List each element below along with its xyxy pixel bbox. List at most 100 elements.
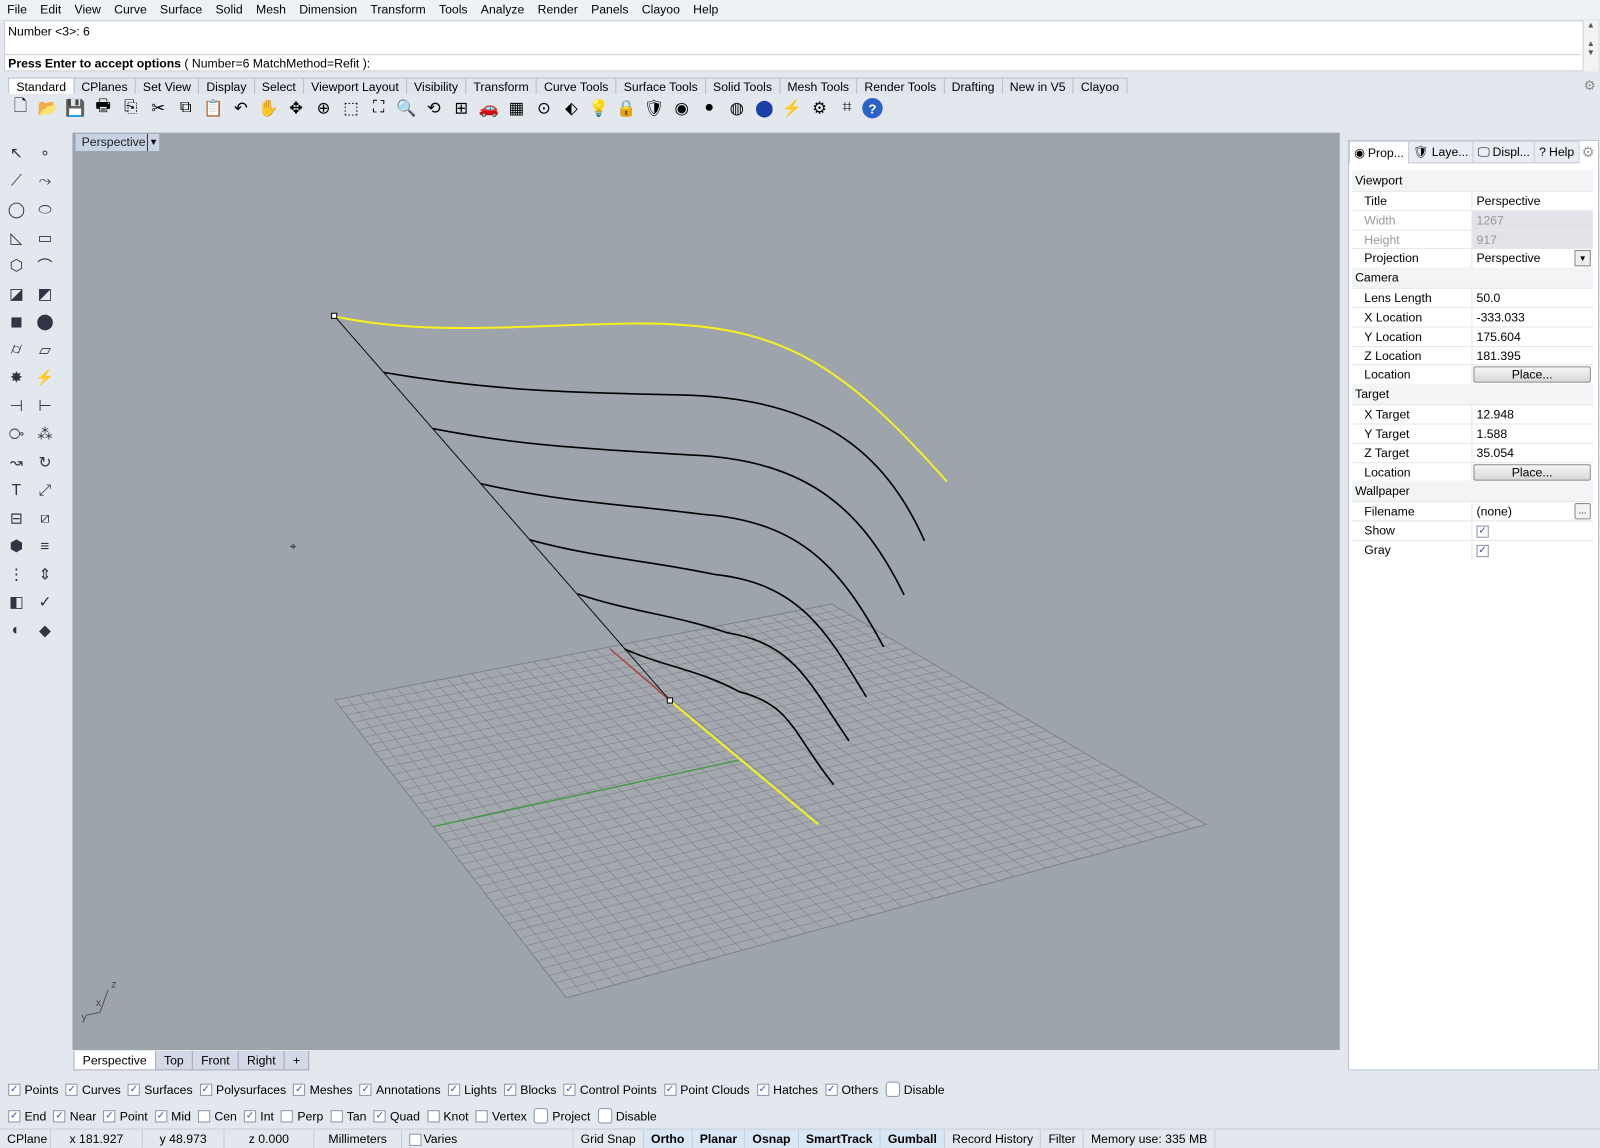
panel-tab-laye[interactable]: 🛡 Laye...: [1407, 140, 1474, 164]
property-value[interactable]: 181.395: [1472, 347, 1592, 365]
undo-view-icon[interactable]: ⟲: [421, 96, 445, 120]
toggle-planar[interactable]: Planar: [692, 1129, 746, 1148]
menu-dimension[interactable]: Dimension: [292, 0, 363, 19]
menu-tools[interactable]: Tools: [432, 0, 474, 19]
boolean-split-icon[interactable]: ⁂: [33, 421, 57, 445]
x-location-value[interactable]: -333.033: [1477, 310, 1525, 324]
menu-render[interactable]: Render: [530, 0, 583, 19]
perspective-viewport[interactable]: ⌖ z x y: [72, 132, 1340, 1050]
hatch-icon[interactable]: ≡: [33, 534, 57, 558]
group-icon[interactable]: ⊟: [4, 506, 28, 530]
rectangle-icon[interactable]: ▭: [33, 225, 57, 249]
menu-surface[interactable]: Surface: [153, 0, 208, 19]
property-value[interactable]: (none)...: [1472, 502, 1592, 520]
undo-icon[interactable]: ↶: [229, 96, 253, 120]
hatches-checkbox[interactable]: ✓: [756, 1083, 770, 1096]
menu-curve[interactable]: Curve: [107, 0, 153, 19]
curve-control-points-icon[interactable]: ⤳: [33, 169, 57, 193]
menu-solid[interactable]: Solid: [208, 0, 248, 19]
export-icon[interactable]: ⎘: [118, 96, 142, 120]
rotate-icon[interactable]: ↻: [33, 449, 57, 473]
point-icon[interactable]: ∘: [33, 141, 57, 165]
tab-viewport-layout[interactable]: Viewport Layout: [302, 77, 407, 94]
filters-points[interactable]: ✓ Points: [8, 1082, 59, 1096]
toggle-osnap[interactable]: Osnap: [745, 1129, 799, 1148]
property-value[interactable]: Place...: [1472, 463, 1592, 481]
mesh-icon[interactable]: ⬢: [4, 534, 28, 558]
filters-hatches[interactable]: ✓ Hatches: [756, 1082, 818, 1096]
projection-dropdown-icon[interactable]: ▼: [1574, 250, 1591, 267]
osnaps-mid[interactable]: ✓ Mid: [154, 1109, 191, 1123]
int-checkbox[interactable]: ✓: [243, 1109, 257, 1122]
sphere-icon[interactable]: ⬤: [33, 309, 57, 333]
status-cplane-button[interactable]: CPlane: [0, 1129, 52, 1148]
plane-icon[interactable]: ▱: [33, 337, 57, 361]
panel-settings-gear-icon[interactable]: ⚙: [1582, 144, 1595, 161]
zoom-extents-icon[interactable]: ⛶: [366, 96, 390, 120]
filters-blocks[interactable]: ✓ Blocks: [503, 1082, 556, 1096]
shaded-sphere-icon[interactable]: ●: [697, 96, 721, 120]
viewport-tab-add[interactable]: +: [283, 1051, 310, 1071]
lock-icon[interactable]: 🔒: [614, 96, 638, 120]
osnaps-tan[interactable]: Tan: [330, 1109, 366, 1123]
profile-curve[interactable]: [383, 371, 926, 542]
save-icon[interactable]: 💾: [63, 96, 87, 120]
cylinder-icon[interactable]: ⌭: [4, 337, 28, 361]
profile-curve[interactable]: [432, 427, 905, 596]
surfaces-checkbox[interactable]: ✓: [127, 1083, 141, 1096]
osnaps-knot[interactable]: Knot: [427, 1109, 469, 1123]
materials-icon[interactable]: ◆: [33, 618, 57, 642]
arc-icon[interactable]: ◺: [4, 225, 28, 249]
tan-checkbox[interactable]: [330, 1109, 343, 1122]
osnaps-project[interactable]: Project: [533, 1108, 590, 1124]
show-checkbox[interactable]: ✓: [1476, 525, 1489, 538]
menu-analyze[interactable]: Analyze: [474, 0, 531, 19]
filters-disable[interactable]: Disable: [885, 1081, 945, 1097]
menu-help[interactable]: Help: [686, 0, 724, 19]
menu-clayoo[interactable]: Clayoo: [635, 0, 686, 19]
disable-checkbox[interactable]: [885, 1081, 900, 1097]
open-icon[interactable]: 📂: [36, 96, 60, 120]
points-checkbox[interactable]: ✓: [8, 1083, 21, 1096]
end-checkbox[interactable]: ✓: [8, 1109, 21, 1122]
osnaps-cen[interactable]: Cen: [198, 1109, 237, 1123]
place-button[interactable]: Place...: [1473, 463, 1591, 481]
tab-select[interactable]: Select: [253, 77, 304, 94]
help-icon[interactable]: ?: [862, 97, 883, 119]
color-wheel-icon[interactable]: ◉: [669, 96, 693, 120]
toggle-gumball[interactable]: Gumball: [880, 1129, 946, 1148]
gray-checkbox[interactable]: ✓: [1476, 544, 1489, 557]
menu-transform[interactable]: Transform: [363, 0, 432, 19]
panel-tab-displ[interactable]: 🖵 Displ...: [1472, 140, 1536, 164]
filters-others[interactable]: ✓ Others: [825, 1082, 878, 1096]
projection-value[interactable]: Perspective: [1477, 251, 1541, 265]
tab-render-tools[interactable]: Render Tools: [856, 77, 945, 94]
toggle-filter[interactable]: Filter: [1041, 1129, 1084, 1148]
cen-checkbox[interactable]: [198, 1109, 211, 1122]
filter-icon[interactable]: ⚡: [780, 96, 804, 120]
viewport-tab-top[interactable]: Top: [154, 1051, 193, 1071]
viewport-tab-perspective[interactable]: Perspective: [73, 1051, 156, 1071]
surface-corner-icon[interactable]: ◪: [4, 281, 28, 305]
blocks-checkbox[interactable]: ✓: [503, 1083, 517, 1096]
car-icon[interactable]: 🚗: [477, 96, 501, 120]
perp-checkbox[interactable]: [281, 1109, 294, 1122]
point-checkbox[interactable]: ✓: [103, 1109, 116, 1122]
block-icon[interactable]: ⧄: [33, 506, 57, 530]
command-scrollbar[interactable]: ▲ ▲ ▼: [1583, 20, 1598, 72]
four-viewports-icon[interactable]: ⊞: [449, 96, 473, 120]
quad-checkbox[interactable]: ✓: [373, 1109, 386, 1122]
property-value[interactable]: ✓: [1472, 541, 1592, 559]
layer-icon[interactable]: 🛡: [642, 96, 666, 120]
osnaps-quad[interactable]: ✓ Quad: [373, 1109, 420, 1123]
tab-drafting[interactable]: Drafting: [943, 77, 1003, 94]
tab-set-view[interactable]: Set View: [134, 77, 200, 94]
tab-surface-tools[interactable]: Surface Tools: [615, 77, 706, 94]
toggle-grid-snap[interactable]: Grid Snap: [573, 1129, 644, 1148]
disable-checkbox[interactable]: [597, 1108, 612, 1124]
zoom-icon[interactable]: ⊕: [311, 96, 335, 120]
property-value[interactable]: Place...: [1472, 366, 1592, 384]
property-value[interactable]: ✓: [1472, 522, 1592, 540]
circle-icon[interactable]: ◯: [4, 197, 28, 221]
osnaps-end[interactable]: ✓ End: [8, 1109, 46, 1123]
